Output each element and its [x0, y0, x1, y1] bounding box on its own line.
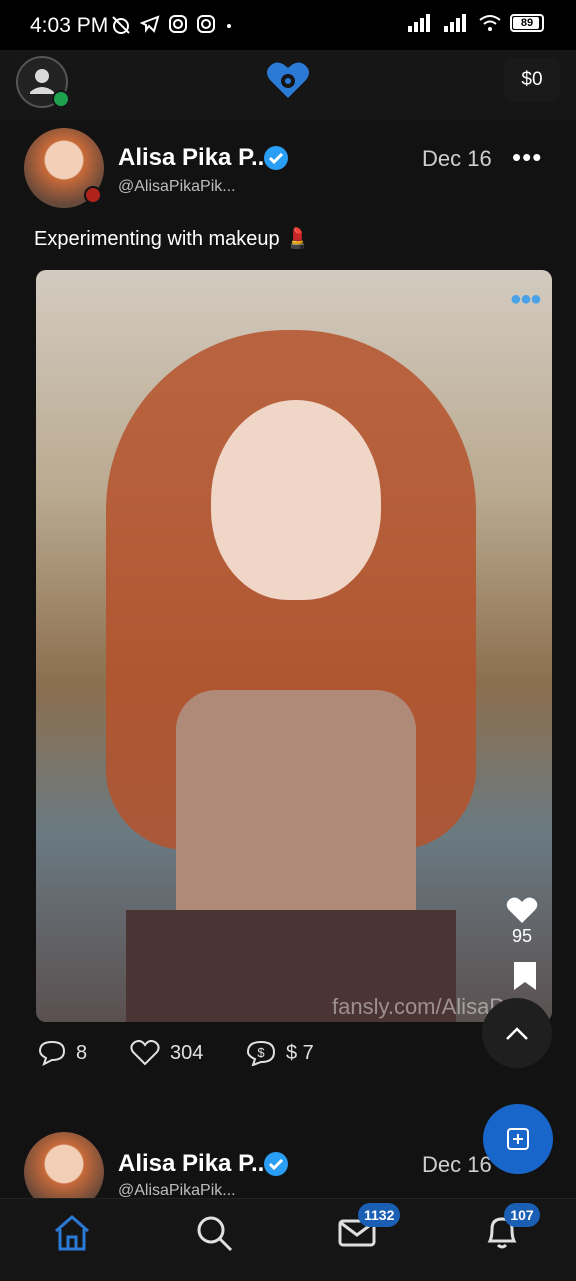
post-text: Experimenting with makeup 💄: [34, 228, 311, 250]
bottom-navigation: 1132 107: [0, 1198, 576, 1281]
media-options-icon[interactable]: ●●●: [510, 288, 542, 311]
nav-home[interactable]: [52, 1213, 92, 1258]
tip-button[interactable]: $ $ 7: [246, 1040, 314, 1066]
nav-messages[interactable]: 1132: [338, 1203, 401, 1256]
wallet-balance-button[interactable]: $0: [504, 58, 560, 102]
notifications-badge: 107: [504, 1203, 540, 1227]
online-status-dot: [52, 90, 70, 108]
status-time: 4:03 PM: [30, 14, 109, 37]
more-options-icon[interactable]: •••: [512, 142, 542, 173]
battery-level: 89: [520, 17, 534, 29]
comment-count: 8: [76, 1041, 88, 1064]
battery-icon: 89: [510, 14, 544, 32]
comment-button[interactable]: 8: [38, 1040, 87, 1066]
wifi-icon: [479, 15, 501, 31]
nav-notifications[interactable]: 107: [484, 1203, 540, 1256]
heart-filled-icon: [506, 897, 538, 923]
instagram-icon-2: [197, 15, 215, 33]
add-box-icon: [507, 1128, 529, 1150]
status-bar: 4:03 PM 89: [0, 0, 576, 50]
app-header: $0: [0, 50, 576, 120]
signal-icon-2: [444, 14, 466, 32]
photo-face: [211, 400, 381, 600]
media-like-button[interactable]: 95: [506, 896, 538, 947]
nav-search[interactable]: [194, 1213, 234, 1258]
create-post-button[interactable]: [483, 1104, 553, 1174]
status-right: 89: [406, 14, 544, 32]
watermark: fansly.com/AlisaP: [332, 994, 504, 1019]
instagram-icon: [169, 15, 187, 33]
heart-icon: [130, 1040, 160, 1066]
verified-badge-icon-2: [264, 1152, 288, 1176]
home-icon: [55, 1215, 89, 1251]
like-button[interactable]: 304: [130, 1040, 203, 1066]
messages-badge: 1132: [358, 1203, 401, 1227]
author-name-2[interactable]: Alisa Pika P...: [118, 1150, 271, 1178]
bookmark-icon[interactable]: [512, 960, 538, 992]
telegram-icon: [140, 15, 160, 33]
author-avatar[interactable]: [24, 128, 104, 208]
alarm-muted-icon: [112, 16, 130, 34]
author-handle[interactable]: @AlisaPikaPik...: [118, 178, 236, 196]
post-date-2: Dec 16: [422, 1152, 492, 1177]
chevron-up-icon: [506, 1027, 528, 1040]
profile-button[interactable]: [16, 56, 70, 108]
status-icons: [110, 14, 234, 36]
dot-icon: [227, 24, 231, 28]
like-count: 304: [170, 1041, 204, 1064]
search-icon: [197, 1216, 233, 1252]
media-like-count: 95: [511, 926, 533, 946]
scroll-top-button[interactable]: [482, 998, 552, 1068]
tip-dollar-icon: $: [246, 1040, 276, 1066]
fansly-logo-icon[interactable]: [264, 58, 312, 107]
post-date: Dec 16: [422, 146, 492, 171]
signal-icon: [408, 14, 430, 32]
tip-amount: $ 7: [286, 1041, 314, 1064]
comment-icon: [38, 1040, 66, 1066]
post-media-image[interactable]: ●●● 95 fansly.com/AlisaP: [36, 270, 552, 1022]
author-name[interactable]: Alisa Pika P...: [118, 144, 271, 172]
svg-text:$: $: [257, 1045, 265, 1060]
verified-badge-icon: [264, 146, 288, 170]
status-dot: [84, 186, 102, 204]
